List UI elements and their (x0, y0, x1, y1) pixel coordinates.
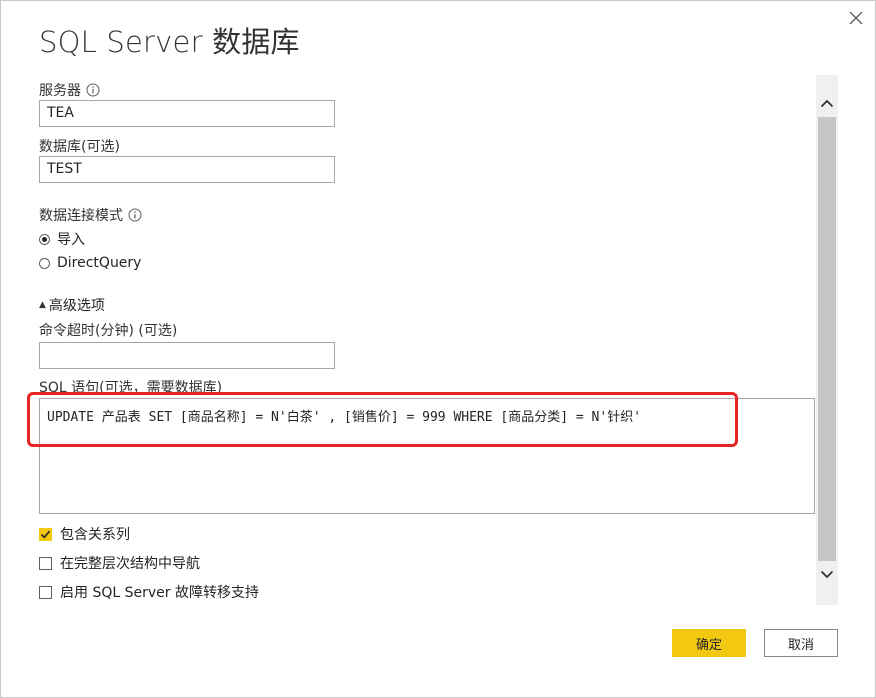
checkmark-icon (40, 530, 51, 538)
close-icon (849, 11, 863, 25)
advanced-options-toggle[interactable]: ▲ 高级选项 (39, 295, 105, 315)
include-relationship-columns[interactable]: 包含关系列 (39, 524, 130, 544)
server-label-text: 服务器 (39, 83, 81, 99)
radio-directquery-label: DirectQuery (57, 255, 142, 271)
connectivity-label-text: 数据连接模式 (39, 208, 123, 224)
timeout-input[interactable] (39, 342, 335, 369)
vertical-scrollbar[interactable] (816, 75, 838, 605)
close-button[interactable] (843, 5, 869, 31)
failover-support-label: 启用 SQL Server 故障转移支持 (60, 585, 259, 601)
info-icon[interactable] (86, 83, 100, 97)
sql-server-dialog: SQL Server 数据库 服务器 TEA 数据库(可选) TEST 数据连接… (0, 0, 876, 698)
collapse-triangle-icon: ▲ (39, 300, 46, 310)
database-input[interactable]: TEST (39, 156, 335, 183)
enable-failover-support[interactable]: 启用 SQL Server 故障转移支持 (39, 582, 259, 602)
cancel-button[interactable]: 取消 (764, 629, 838, 657)
advanced-options-label: 高级选项 (48, 298, 105, 314)
radio-import-label: 导入 (57, 232, 85, 248)
checkbox-checked[interactable] (39, 527, 52, 541)
sql-statement-textarea[interactable]: UPDATE 产品表 SET [商品名称] = N'白茶' , [销售价] = … (39, 398, 815, 514)
server-label: 服务器 (39, 80, 100, 100)
dialog-title: SQL Server 数据库 (39, 25, 300, 59)
checkbox[interactable] (39, 585, 52, 599)
scroll-down-button[interactable] (816, 559, 838, 591)
chevron-up-icon (820, 99, 834, 108)
scroll-thumb[interactable] (818, 117, 836, 561)
database-label: 数据库(可选) (39, 139, 120, 155)
server-input[interactable]: TEA (39, 100, 335, 127)
radio-import[interactable]: 导入 (39, 229, 85, 249)
checkbox[interactable] (39, 556, 52, 570)
radio-directquery[interactable]: DirectQuery (39, 255, 141, 271)
info-icon[interactable] (128, 208, 142, 222)
connectivity-label: 数据连接模式 (39, 205, 142, 225)
scroll-up-button[interactable] (816, 87, 838, 119)
navigate-full-hierarchy[interactable]: 在完整层次结构中导航 (39, 553, 200, 573)
timeout-label: 命令超时(分钟) (可选) (39, 323, 178, 339)
sql-label: SQL 语句(可选，需要数据库) (39, 380, 223, 396)
ok-button[interactable]: 确定 (672, 629, 746, 657)
radio-button[interactable] (39, 257, 50, 269)
chevron-down-icon (820, 570, 834, 579)
radio-button-checked[interactable] (39, 233, 50, 245)
include-relationship-label: 包含关系列 (60, 527, 130, 543)
navigate-hierarchy-label: 在完整层次结构中导航 (60, 556, 200, 572)
